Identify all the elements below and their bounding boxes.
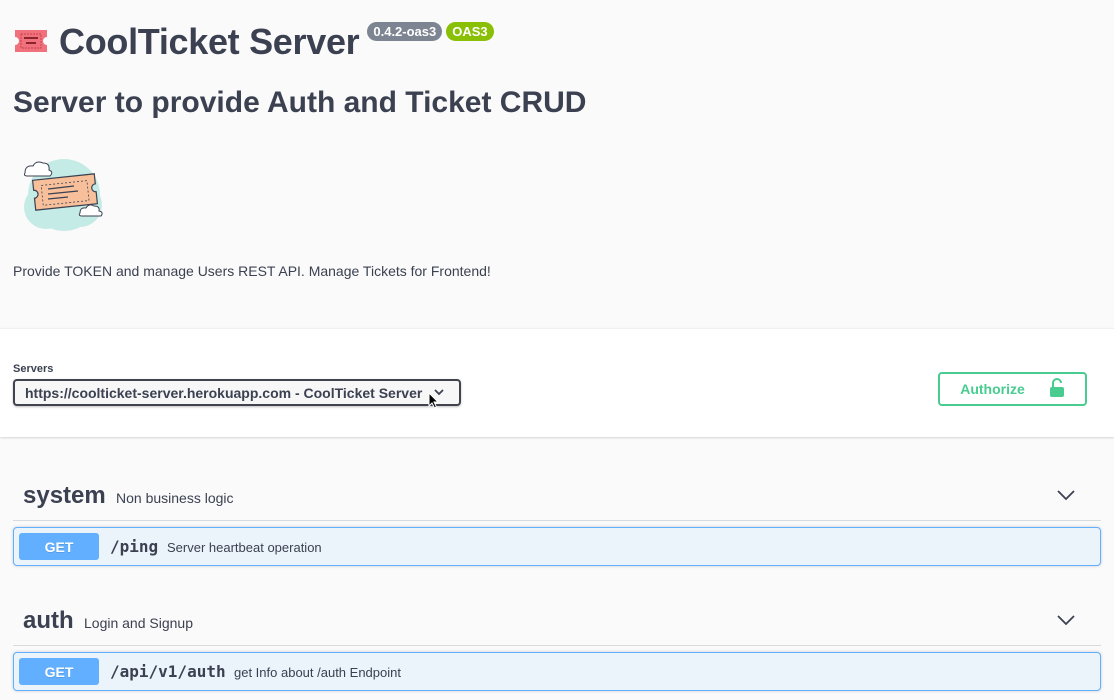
tag-description: Login and Signup (84, 615, 193, 631)
unlocked-lock-icon (1049, 377, 1065, 401)
method-badge: GET (19, 658, 99, 685)
mouse-cursor-icon (428, 391, 440, 410)
title-row: CoolTicket Server 0.4.2-oas3 OAS3 (13, 20, 494, 64)
version-badge: 0.4.2-oas3 (367, 22, 443, 41)
tag-system[interactable]: system Non business logic (13, 456, 1101, 521)
selected-server-text: https://coolticket-server.herokuapp.com … (25, 384, 423, 401)
operation-path: /ping (110, 537, 159, 556)
api-title: CoolTicket Server (59, 21, 360, 62)
server-select[interactable]: https://coolticket-server.herokuapp.com … (13, 379, 461, 406)
operation-get-api-v1-auth[interactable]: GET /api/v1/auth get Info about /auth En… (13, 652, 1101, 691)
operation-summary: get Info about /auth Endpoint (234, 665, 401, 680)
chevron-down-icon[interactable] (1057, 613, 1075, 631)
info-section: CoolTicket Server 0.4.2-oas3 OAS3 Server… (0, 0, 1114, 328)
tag-name: system (23, 482, 106, 509)
authorize-button[interactable]: Authorize (938, 372, 1087, 406)
ticket-cloud-logo (20, 155, 108, 237)
tag-auth[interactable]: auth Login and Signup (13, 581, 1101, 646)
operation-summary: Server heartbeat operation (167, 540, 322, 555)
operation-path: /api/v1/auth (110, 662, 226, 681)
servers-label: Servers (13, 363, 54, 375)
api-subtitle: Server to provide Auth and Ticket CRUD (13, 86, 587, 119)
oas-badge: OAS3 (446, 22, 494, 41)
tag-description: Non business logic (116, 490, 234, 506)
admit-one-ticket-icon (13, 28, 49, 54)
chevron-down-icon[interactable] (1057, 488, 1075, 506)
operation-get-ping[interactable]: GET /ping Server heartbeat operation (13, 527, 1101, 566)
tag-name: auth (23, 607, 74, 634)
authorize-label: Authorize (960, 381, 1025, 397)
method-badge: GET (19, 533, 99, 560)
scheme-container: Servers https://coolticket-server.heroku… (0, 328, 1114, 437)
api-description: Provide TOKEN and manage Users REST API.… (13, 263, 491, 279)
